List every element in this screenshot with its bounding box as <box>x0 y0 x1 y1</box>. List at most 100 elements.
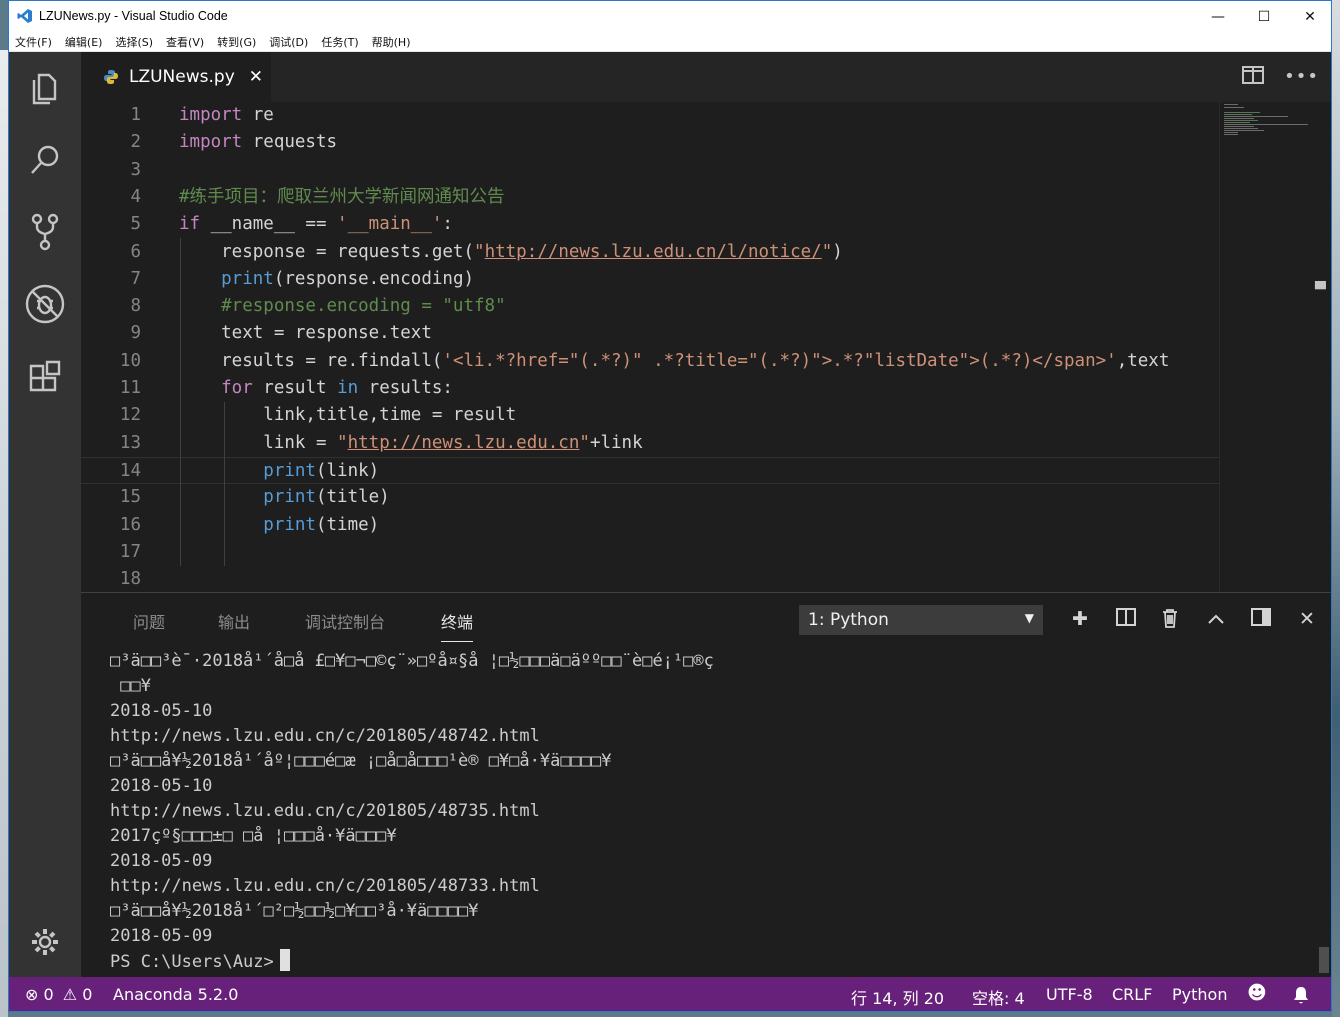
code-line[interactable]: 2 import requests <box>81 129 1221 156</box>
menu-tasks[interactable]: 任务(T) <box>321 34 358 50</box>
close-tab-icon[interactable]: ✕ <box>249 67 263 87</box>
terminal-line: http://news.lzu.edu.cn/c/201805/48735.ht… <box>110 801 540 821</box>
code-line[interactable]: 5 if __name__ == '__main__': <box>81 211 1221 238</box>
line-code: print(time) <box>179 514 380 535</box>
terminal-scrollbar[interactable] <box>1319 947 1329 973</box>
code-line[interactable]: 10 results = re.findall('<li.*?href="(.*… <box>81 348 1221 375</box>
line-number: 17 <box>119 541 141 562</box>
code-line[interactable]: 7 print(response.encoding) <box>81 266 1221 293</box>
bottom-panel: 问题 输出 调试控制台 终端 1: Python ▼ ✚ ✕ □³ä□□³è¯·… <box>81 592 1331 977</box>
debug-icon[interactable] <box>23 282 67 326</box>
search-icon[interactable] <box>23 138 67 182</box>
error-count: 0 <box>43 985 54 1004</box>
code-line[interactable]: 16 print(time) <box>81 512 1221 539</box>
maximize-button[interactable]: ☐ <box>1241 1 1287 32</box>
activity-bar <box>9 52 81 977</box>
vscode-logo-icon <box>17 9 32 23</box>
menu-help[interactable]: 帮助(H) <box>372 34 411 50</box>
editor-tab-bar: LZUNews.py ✕ ••• <box>81 52 1331 102</box>
code-line[interactable]: 4 #练手项目：爬取兰州大学新闻网通知公告 <box>81 184 1221 211</box>
tab-label: LZUNews.py <box>129 67 235 87</box>
split-editor-icon[interactable] <box>1242 66 1265 84</box>
code-line[interactable]: 18 <box>81 566 1221 592</box>
tab-terminal[interactable]: 终端 <box>441 609 474 642</box>
line-code: print(title) <box>179 487 390 508</box>
tab-lzunews[interactable]: LZUNews.py ✕ <box>81 52 271 102</box>
toggle-panel-position-icon[interactable] <box>1249 608 1273 631</box>
code-line[interactable]: 8 #response.encoding = "utf8" <box>81 293 1221 320</box>
code-line[interactable]: 3 <box>81 157 1221 184</box>
split-terminal-icon[interactable] <box>1114 608 1138 631</box>
code-line[interactable]: 12 link,title,time = result <box>81 402 1221 429</box>
smiley-feedback-icon[interactable]: ☻ <box>1247 982 1267 1004</box>
new-terminal-icon[interactable]: ✚ <box>1068 608 1092 630</box>
line-code: #response.encoding = "utf8" <box>179 296 506 317</box>
tab-debug-console[interactable]: 调试控制台 <box>305 609 385 633</box>
menu-file[interactable]: 文件(F) <box>15 34 52 50</box>
line-number: 15 <box>119 487 141 508</box>
language-mode[interactable]: Python <box>1172 985 1227 1004</box>
terminal-line: 2018-05-09 <box>110 926 213 946</box>
line-number: 11 <box>119 378 141 398</box>
line-code: print(response.encoding) <box>179 268 475 289</box>
menu-bar: 文件(F) 编辑(E) 选择(S) 查看(V) 转到(G) 调试(D) 任务(T… <box>9 32 1331 52</box>
editor-actions: ••• <box>1242 66 1319 87</box>
more-actions-icon[interactable]: ••• <box>1284 66 1319 87</box>
tab-output[interactable]: 输出 <box>218 609 250 633</box>
interpreter-selector[interactable]: Anaconda 5.2.0 <box>113 985 238 1004</box>
code-line[interactable]: 9 text = response.text <box>81 320 1221 347</box>
source-control-icon[interactable] <box>23 210 67 254</box>
line-code: import requests <box>179 132 338 153</box>
line-number: 10 <box>119 350 141 371</box>
desktop-background-left <box>0 50 8 1017</box>
line-number: 16 <box>119 514 141 535</box>
menu-go[interactable]: 转到(G) <box>217 34 256 50</box>
files-icon[interactable] <box>23 66 67 110</box>
status-bar: ⊗ 0 ⚠ 0 Anaconda 5.2.0 行 14, 列 20 空格: 4 … <box>9 977 1331 1011</box>
code-line[interactable]: 17 <box>81 539 1221 566</box>
line-code: if __name__ == '__main__': <box>179 214 453 235</box>
line-number: 7 <box>130 268 141 289</box>
indentation[interactable]: 空格: 4 <box>972 985 1025 1009</box>
menu-view[interactable]: 查看(V) <box>166 34 204 50</box>
terminal-line: http://news.lzu.edu.cn/c/201805/48733.ht… <box>110 876 540 896</box>
code-line[interactable]: 1 import re <box>81 102 1221 129</box>
line-number: 1 <box>130 105 141 125</box>
line-number: 3 <box>130 159 141 180</box>
code-line[interactable]: 15 print(title) <box>81 484 1221 511</box>
terminal-line: 2018-05-10 <box>110 701 213 721</box>
bell-icon[interactable] <box>1292 985 1310 1009</box>
code-editor[interactable]: 1 import re 2 import requests 3 4 #练手项目：爬取兰州大学… <box>81 102 1331 592</box>
close-window-button[interactable]: ✕ <box>1287 1 1331 32</box>
warning-count: 0 <box>82 985 93 1004</box>
code-line[interactable]: 11 for result in results: <box>81 375 1221 402</box>
menu-debug[interactable]: 调试(D) <box>269 34 308 50</box>
extensions-icon[interactable] <box>23 354 67 398</box>
line-code: link = "http://news.lzu.edu.cn"+link <box>179 432 643 453</box>
cursor-position[interactable]: 行 14, 列 20 <box>851 985 944 1009</box>
gear-icon[interactable] <box>23 920 67 964</box>
problems-indicator[interactable]: ⊗ 0 ⚠ 0 <box>25 985 92 1004</box>
menu-selection[interactable]: 选择(S) <box>115 34 153 50</box>
terminal-line: □³ä□□å¥½2018å¹´□²□½□□½□¥□□³å·¥ä□□□□¥ <box>110 901 479 921</box>
code-line[interactable]: 13 link = "http://news.lzu.edu.cn"+link <box>81 430 1221 457</box>
chevron-up-icon[interactable] <box>1204 608 1228 630</box>
terminal-cursor <box>279 949 290 971</box>
line-number: 12 <box>119 405 141 426</box>
scrollbar-marker[interactable]: ▀ <box>1315 282 1329 298</box>
minimap[interactable] <box>1219 102 1310 592</box>
code-line[interactable]: 14 print(link) <box>81 456 1221 485</box>
end-of-line[interactable]: CRLF <box>1112 985 1152 1004</box>
tab-problems[interactable]: 问题 <box>133 609 165 633</box>
trash-icon[interactable] <box>1158 608 1182 633</box>
code-line[interactable]: 6 response = requests.get("http://news.l… <box>81 239 1221 266</box>
menu-edit[interactable]: 编辑(E) <box>65 34 103 50</box>
encoding[interactable]: UTF-8 <box>1046 985 1093 1004</box>
terminal-output[interactable]: □³ä□□³è¯·2018å¹´å□å £□¥□¬□©ç¨»□ºå¤§å ¦□½… <box>110 649 1310 974</box>
close-panel-icon[interactable]: ✕ <box>1295 608 1319 630</box>
terminal-select[interactable]: 1: Python ▼ <box>799 605 1043 635</box>
minimize-button[interactable]: — <box>1195 1 1241 32</box>
line-number: 13 <box>119 432 141 453</box>
terminal-line: 2018-05-09 <box>110 851 213 871</box>
terminal-line: 2017çº§□□□±□ □å ¦□□□å·¥ä□□□¥ <box>110 826 397 846</box>
